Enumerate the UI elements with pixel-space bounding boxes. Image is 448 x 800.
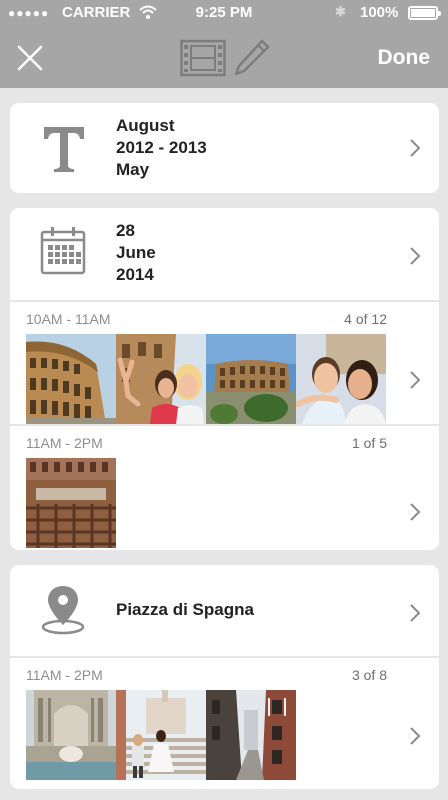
photo-thumbnail[interactable] <box>296 334 386 424</box>
photo-strip <box>26 690 296 780</box>
chevron-right-icon <box>410 604 421 622</box>
photo-thumbnail[interactable] <box>26 334 116 424</box>
group-time: 10AM - 11AM <box>26 311 111 327</box>
battery-icon <box>408 6 441 20</box>
close-icon[interactable] <box>16 44 44 72</box>
battery-percent: 100% <box>360 4 399 21</box>
date-card: 28 June 2014 10AM - 11AM 4 of 12 11AM - … <box>10 208 439 550</box>
nav-icons <box>180 38 270 78</box>
photo-thumbnail[interactable] <box>206 690 296 780</box>
done-button[interactable]: Done <box>378 46 431 70</box>
place-header-row[interactable]: Piazza di Spagna <box>10 565 439 656</box>
date-line: June <box>116 243 156 262</box>
place-card: Piazza di Spagna 11AM - 2PM 3 of 8 <box>10 565 439 789</box>
film-icon[interactable] <box>180 38 226 78</box>
date-header-row[interactable]: 28 June 2014 <box>10 208 439 300</box>
title-range-text: August 2012 - 2013 May <box>116 115 207 181</box>
pencil-icon[interactable] <box>232 38 270 78</box>
photo-strip <box>26 458 116 548</box>
chevron-right-icon <box>410 727 421 745</box>
photo-group-row[interactable]: 11AM - 2PM 3 of 8 <box>10 658 439 789</box>
photo-thumbnail[interactable] <box>206 334 296 424</box>
photo-group-row[interactable]: 11AM - 2PM 1 of 5 <box>10 426 439 550</box>
bluetooth-icon: ✱ <box>335 4 346 19</box>
place-name: Piazza di Spagna <box>116 600 254 619</box>
title-line: 2012 - 2013 <box>116 138 207 157</box>
photo-strip <box>26 334 386 424</box>
photo-thumbnail[interactable] <box>116 334 206 424</box>
photo-thumbnail[interactable] <box>26 690 116 780</box>
text-icon <box>44 127 84 172</box>
title-card[interactable]: August 2012 - 2013 May <box>10 103 439 193</box>
date-line: 2014 <box>116 265 154 284</box>
chevron-right-icon <box>410 247 421 265</box>
title-line: May <box>116 160 150 179</box>
group-time: 11AM - 2PM <box>26 435 103 451</box>
photo-group-row[interactable]: 10AM - 11AM 4 of 12 <box>10 302 439 424</box>
date-text: 28 June 2014 <box>116 220 156 286</box>
chevron-right-icon <box>410 503 421 521</box>
group-count: 3 of 8 <box>351 667 387 683</box>
group-count: 1 of 5 <box>351 435 387 451</box>
date-line: 28 <box>116 221 135 240</box>
location-pin-icon <box>41 586 85 635</box>
top-bar: ●●●●● CARRIER 9:25 PM ✱ 100% Done <box>0 0 448 88</box>
chevron-right-icon <box>410 139 421 157</box>
photo-thumbnail[interactable] <box>116 690 206 780</box>
title-line: August <box>116 116 175 135</box>
photo-thumbnail[interactable] <box>26 458 116 548</box>
group-count: 4 of 12 <box>344 311 387 327</box>
chevron-right-icon <box>410 371 421 389</box>
calendar-icon <box>40 227 86 275</box>
group-time: 11AM - 2PM <box>26 667 103 683</box>
status-bar: ●●●●● CARRIER 9:25 PM ✱ 100% <box>0 0 448 26</box>
